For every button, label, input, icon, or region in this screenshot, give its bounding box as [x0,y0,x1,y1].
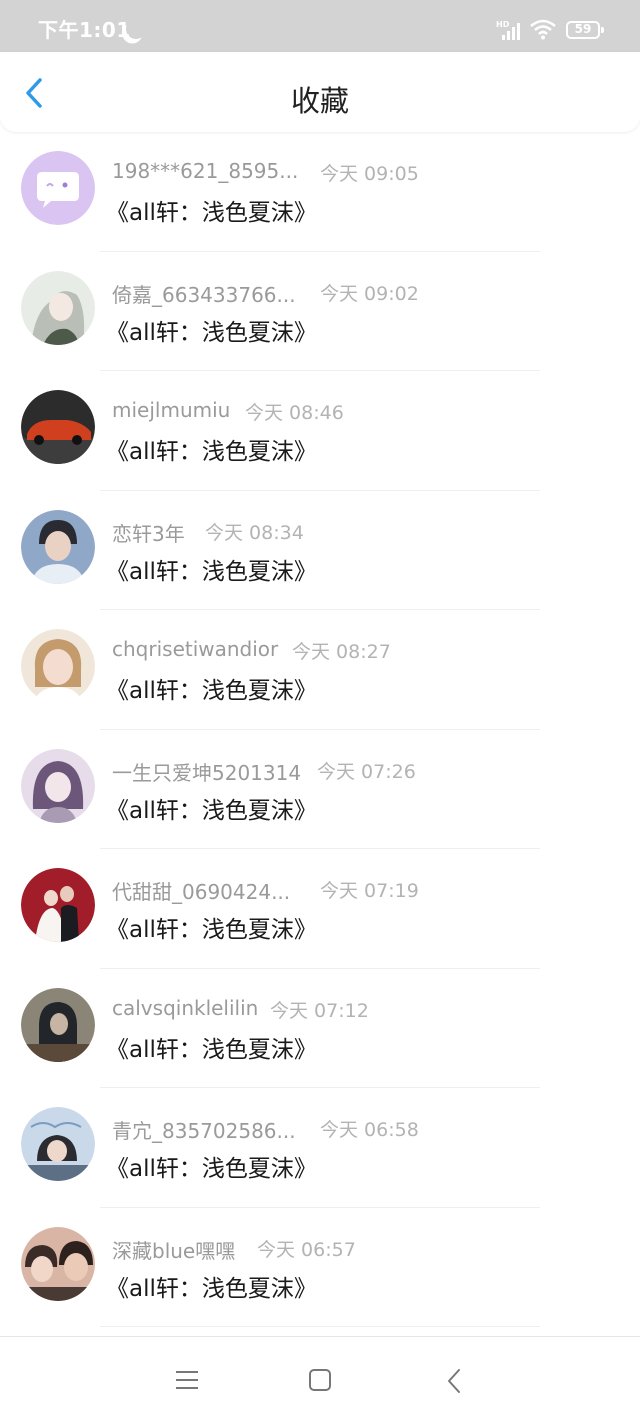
timestamp: 今天 09:05 [320,163,419,185]
status-time: 下午1:01 [38,18,131,42]
avatar[interactable] [21,1226,95,1301]
work-title[interactable]: 《all轩：浅色夏沫》 [106,313,317,347]
avatar[interactable] [21,748,95,823]
system-nav-bar [0,1336,640,1422]
wifi-icon [530,19,556,40]
timestamp: 今天 09:02 [320,282,419,305]
avatar[interactable] [21,868,95,942]
timestamp: 今天 07:26 [317,760,416,783]
timestamp: 今天 08:46 [245,402,344,424]
page-title: 收藏 [290,84,349,118]
avatar[interactable] [21,151,95,225]
username: 恋轩3年 [112,521,185,546]
work-title[interactable]: 《all轩：浅色夏沫》 [106,552,317,586]
divider [100,1326,540,1327]
avatar[interactable] [21,509,95,584]
timestamp: 今天 07:12 [270,999,369,1022]
avatar[interactable] [21,390,95,464]
username: 代甜甜_0690424... [112,880,291,904]
header-bar: 收藏 [0,52,640,132]
list-item[interactable]: 青宂_835702586... 今天 06:58 《all轩：浅色夏沫》 [0,1088,640,1208]
work-title[interactable]: 《all轩：浅色夏沫》 [106,791,317,825]
menu-icon[interactable] [176,1371,198,1389]
list-item[interactable]: 倚嘉_663433766... 今天 09:02 《all轩：浅色夏沫》 [0,252,640,371]
avatar[interactable] [21,270,95,345]
status-bar: 下午1:01 HD 59 [0,0,640,52]
avatar[interactable] [21,987,95,1062]
list-item[interactable]: calvsqinklelilin 今天 07:12 《all轩：浅色夏沫》 [0,969,640,1088]
username: 深藏blue嘿嘿 [112,1238,236,1263]
username: calvsqinklelilin [112,995,259,1020]
avatar[interactable] [21,1107,95,1181]
work-title[interactable]: 《all轩：浅色夏沫》 [106,1269,317,1303]
avatar[interactable] [21,629,95,703]
list-item[interactable]: 一生只爱坤5201314 今天 07:26 《all轩：浅色夏沫》 [0,730,640,849]
list-item[interactable]: chqrisetiwandior 今天 08:27 《all轩：浅色夏沫》 [0,610,640,730]
home-icon[interactable] [309,1369,331,1391]
work-title[interactable]: 《all轩：浅色夏沫》 [106,910,317,944]
username: chqrisetiwandior [112,637,279,661]
back-icon[interactable] [446,1368,462,1394]
list-item[interactable]: 代甜甜_0690424... 今天 07:19 《all轩：浅色夏沫》 [0,849,640,969]
username: 198***621_8595... [112,159,299,183]
work-title[interactable]: 《all轩：浅色夏沫》 [106,671,317,705]
list-item[interactable]: 深藏blue嘿嘿 今天 06:57 《all轩：浅色夏沫》 [0,1208,640,1327]
work-title[interactable]: 《all轩：浅色夏沫》 [106,193,317,227]
work-title[interactable]: 《all轩：浅色夏沫》 [106,1149,317,1183]
battery-icon: 59 [566,21,604,39]
timestamp: 今天 06:57 [257,1238,356,1261]
favorites-list: 198***621_8595... 今天 09:05 《all轩：浅色夏沫》 倚… [0,132,640,1327]
username: 青宂_835702586... [112,1119,296,1143]
signal-icon [502,20,522,40]
list-item[interactable]: 198***621_8595... 今天 09:05 《all轩：浅色夏沫》 [0,132,640,252]
work-title[interactable]: 《all轩：浅色夏沫》 [106,432,317,466]
timestamp: 今天 08:27 [292,641,391,663]
timestamp: 今天 07:19 [320,880,419,902]
battery-level: 59 [574,22,592,36]
list-item[interactable]: miejlmumiu 今天 08:46 《all轩：浅色夏沫》 [0,371,640,491]
list-item[interactable]: 恋轩3年 今天 08:34 《all轩：浅色夏沫》 [0,491,640,610]
timestamp: 今天 08:34 [205,521,304,544]
username: 倚嘉_663433766... [112,282,296,307]
username: 一生只爱坤5201314 [112,760,302,785]
work-title[interactable]: 《all轩：浅色夏沫》 [106,1030,317,1064]
timestamp: 今天 06:58 [320,1119,419,1141]
username: miejlmumiu [112,398,231,422]
